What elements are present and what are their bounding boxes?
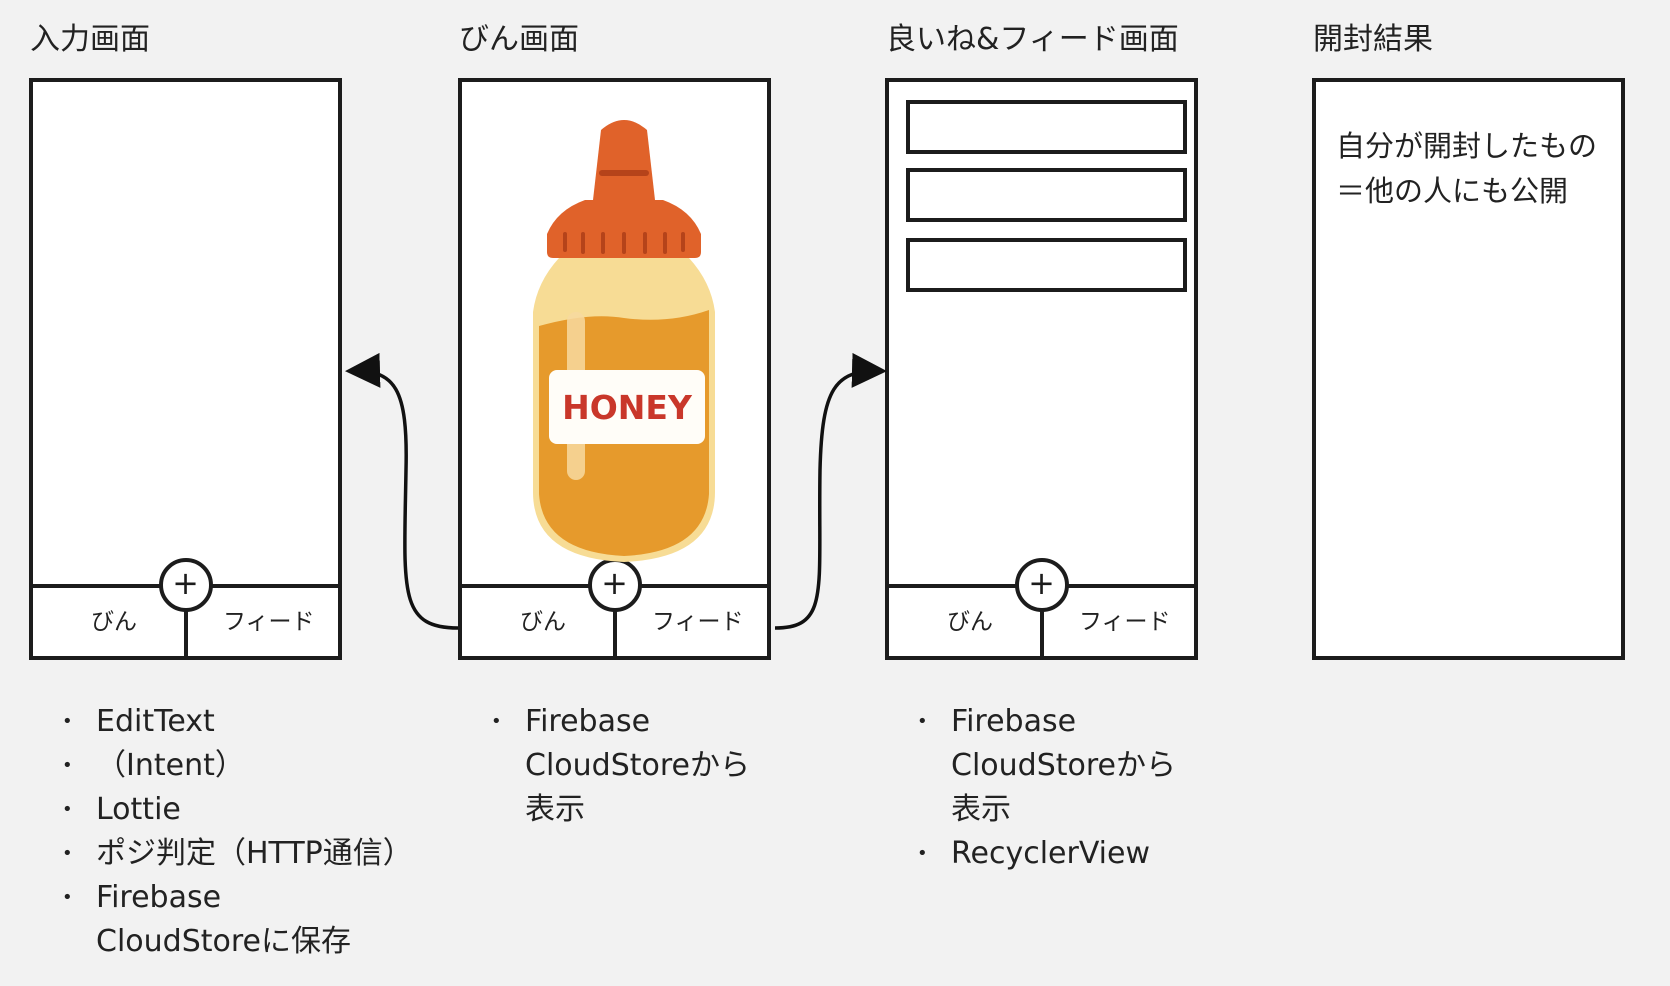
notes-input-screen: EditText （Intent） Lottie ポジ判定（HTTP通信） Fi… — [32, 700, 413, 964]
note-item: （Intent） — [32, 744, 413, 788]
arrow-to-input-screen — [345, 352, 459, 630]
notes-feed-screen: Firebase CloudStoreから 表示 RecyclerView — [887, 700, 1176, 876]
note-item: RecyclerView — [887, 832, 1176, 876]
note-item: EditText — [32, 700, 413, 744]
note-item: ポジ判定（HTTP通信） — [32, 832, 413, 876]
note-item: Lottie — [32, 788, 413, 832]
note-item: Firebase CloudStoreから 表示 — [461, 700, 750, 832]
notes-bottle-screen: Firebase CloudStoreから 表示 — [461, 700, 750, 832]
note-item: Firebase CloudStoreに保存 — [32, 876, 413, 964]
arrow-to-feed-screen — [774, 352, 887, 630]
note-item: Firebase CloudStoreから 表示 — [887, 700, 1176, 832]
